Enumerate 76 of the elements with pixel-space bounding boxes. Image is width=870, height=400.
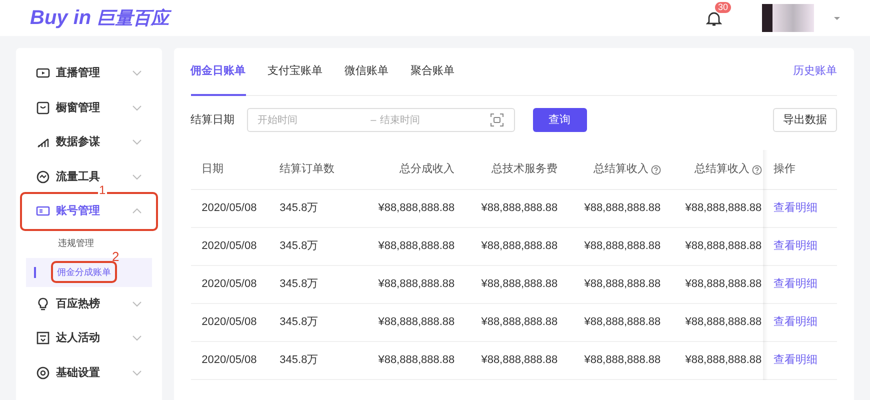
caret-icon xyxy=(834,16,840,20)
table-cell-text: ¥88,888,888.88 xyxy=(377,277,456,292)
sidebar-item[interactable]: 账号管理 xyxy=(56,204,100,218)
table-cell-text: ¥88,888,888.88 xyxy=(480,315,559,330)
query-button[interactable]: 查询 xyxy=(532,108,587,132)
table-cell-text: ¥88,888,888.88 xyxy=(377,353,456,368)
sidebar-item[interactable]: 百应热榜 xyxy=(56,296,100,311)
detail-link[interactable]: 查看明细 xyxy=(764,352,838,369)
annotation-number: 1 xyxy=(98,184,107,196)
column-header: 操作 xyxy=(774,162,796,178)
table-cell-text: ¥88,888,888.88 xyxy=(684,353,763,368)
table-cell-text: ¥88,888,888.88 xyxy=(583,201,662,216)
bulb-icon xyxy=(36,296,50,311)
table-cell-text: ¥88,888,888.88 xyxy=(684,201,763,216)
table-cell-text: ¥88,888,888.88 xyxy=(583,239,662,254)
table-cell-text: 2020/05/08 xyxy=(200,315,258,330)
detail-link[interactable]: 查看明细 xyxy=(764,200,838,217)
submenu-item[interactable]: 违规管理 xyxy=(58,237,94,249)
table-cell-text: 345.8万 xyxy=(280,239,320,254)
notification-badge: 30 xyxy=(715,2,732,13)
annotation-number: 2 xyxy=(112,250,120,263)
table-cell-text: 345.8万 xyxy=(280,315,320,330)
column-header: 日期 xyxy=(202,162,224,178)
table-cell-text: 2020/05/08 xyxy=(200,239,258,254)
calendar-icon xyxy=(490,113,504,127)
table-cell-text: 2020/05/08 xyxy=(200,201,258,216)
column-header: 总结算收入 xyxy=(670,161,764,178)
table-cell-text: 345.8万 xyxy=(280,353,320,368)
sidebar-item[interactable]: 数据参谋 xyxy=(56,135,100,150)
gear-icon xyxy=(36,366,50,380)
table-cell-text: ¥88,888,888.88 xyxy=(480,201,559,216)
smile-box-icon xyxy=(36,100,50,115)
sidebar-item[interactable]: 达人活动 xyxy=(56,331,100,346)
table-cell-text: 345.8万 xyxy=(280,201,320,216)
column-header: 总结算收入 xyxy=(568,161,671,178)
table-cell-text: ¥88,888,888.88 xyxy=(684,277,763,292)
table-cell-text: 2020/05/08 xyxy=(200,353,258,368)
bell-icon xyxy=(706,10,722,26)
video-icon xyxy=(36,66,50,80)
table-cell-text: ¥88,888,888.88 xyxy=(377,239,456,254)
submenu-item[interactable]: 佣金分成账单 xyxy=(53,263,115,281)
card-icon xyxy=(36,204,50,218)
avatar-placeholder xyxy=(762,4,814,32)
table-cell-text: ¥88,888,888.88 xyxy=(684,239,763,254)
detail-link[interactable]: 查看明细 xyxy=(764,276,838,293)
table-cell-text: 345.8万 xyxy=(280,277,320,292)
tab[interactable]: 佣金日账单 xyxy=(190,48,246,95)
filter-label: 结算日期 xyxy=(190,112,235,128)
sidebar-item[interactable]: 直播管理 xyxy=(56,66,100,80)
column-header: 总分成收入 xyxy=(400,162,455,178)
table-cell-text: ¥88,888,888.88 xyxy=(480,353,559,368)
sidebar-item[interactable]: 橱窗管理 xyxy=(56,100,100,115)
tab[interactable]: 支付宝账单 xyxy=(268,48,323,95)
table-cell-text: ¥88,888,888.88 xyxy=(480,277,559,292)
tab[interactable]: 聚合账单 xyxy=(410,48,455,95)
export-button[interactable]: 导出数据 xyxy=(773,108,837,132)
logo-text: 巨量百应 xyxy=(97,7,170,30)
wave-circle-icon xyxy=(36,170,50,184)
sidebar-item[interactable]: 流量工具 xyxy=(56,170,100,184)
sidebar-item[interactable]: 基础设置 xyxy=(56,366,100,380)
column-header: 结算订单数 xyxy=(280,162,335,178)
logo-text: Buy in xyxy=(30,6,92,31)
checklist-icon xyxy=(36,331,50,346)
table-cell-text: ¥88,888,888.88 xyxy=(480,239,559,254)
tab[interactable]: 微信账单 xyxy=(344,48,389,95)
table-cell-text: ¥88,888,888.88 xyxy=(583,353,662,368)
table-cell-text: ¥88,888,888.88 xyxy=(583,315,662,330)
detail-link[interactable]: 查看明细 xyxy=(764,238,838,255)
table-cell-text: ¥88,888,888.88 xyxy=(377,201,456,216)
column-header: 总技术服务费 xyxy=(492,162,558,178)
table-cell-text: ¥88,888,888.88 xyxy=(377,315,456,330)
history-link[interactable]: 历史账单 xyxy=(793,63,837,80)
table-cell-text: ¥88,888,888.88 xyxy=(684,315,763,330)
table-cell-text: ¥88,888,888.88 xyxy=(583,277,662,292)
detail-link[interactable]: 查看明细 xyxy=(764,314,838,331)
table-cell-text: 2020/05/08 xyxy=(200,277,258,292)
